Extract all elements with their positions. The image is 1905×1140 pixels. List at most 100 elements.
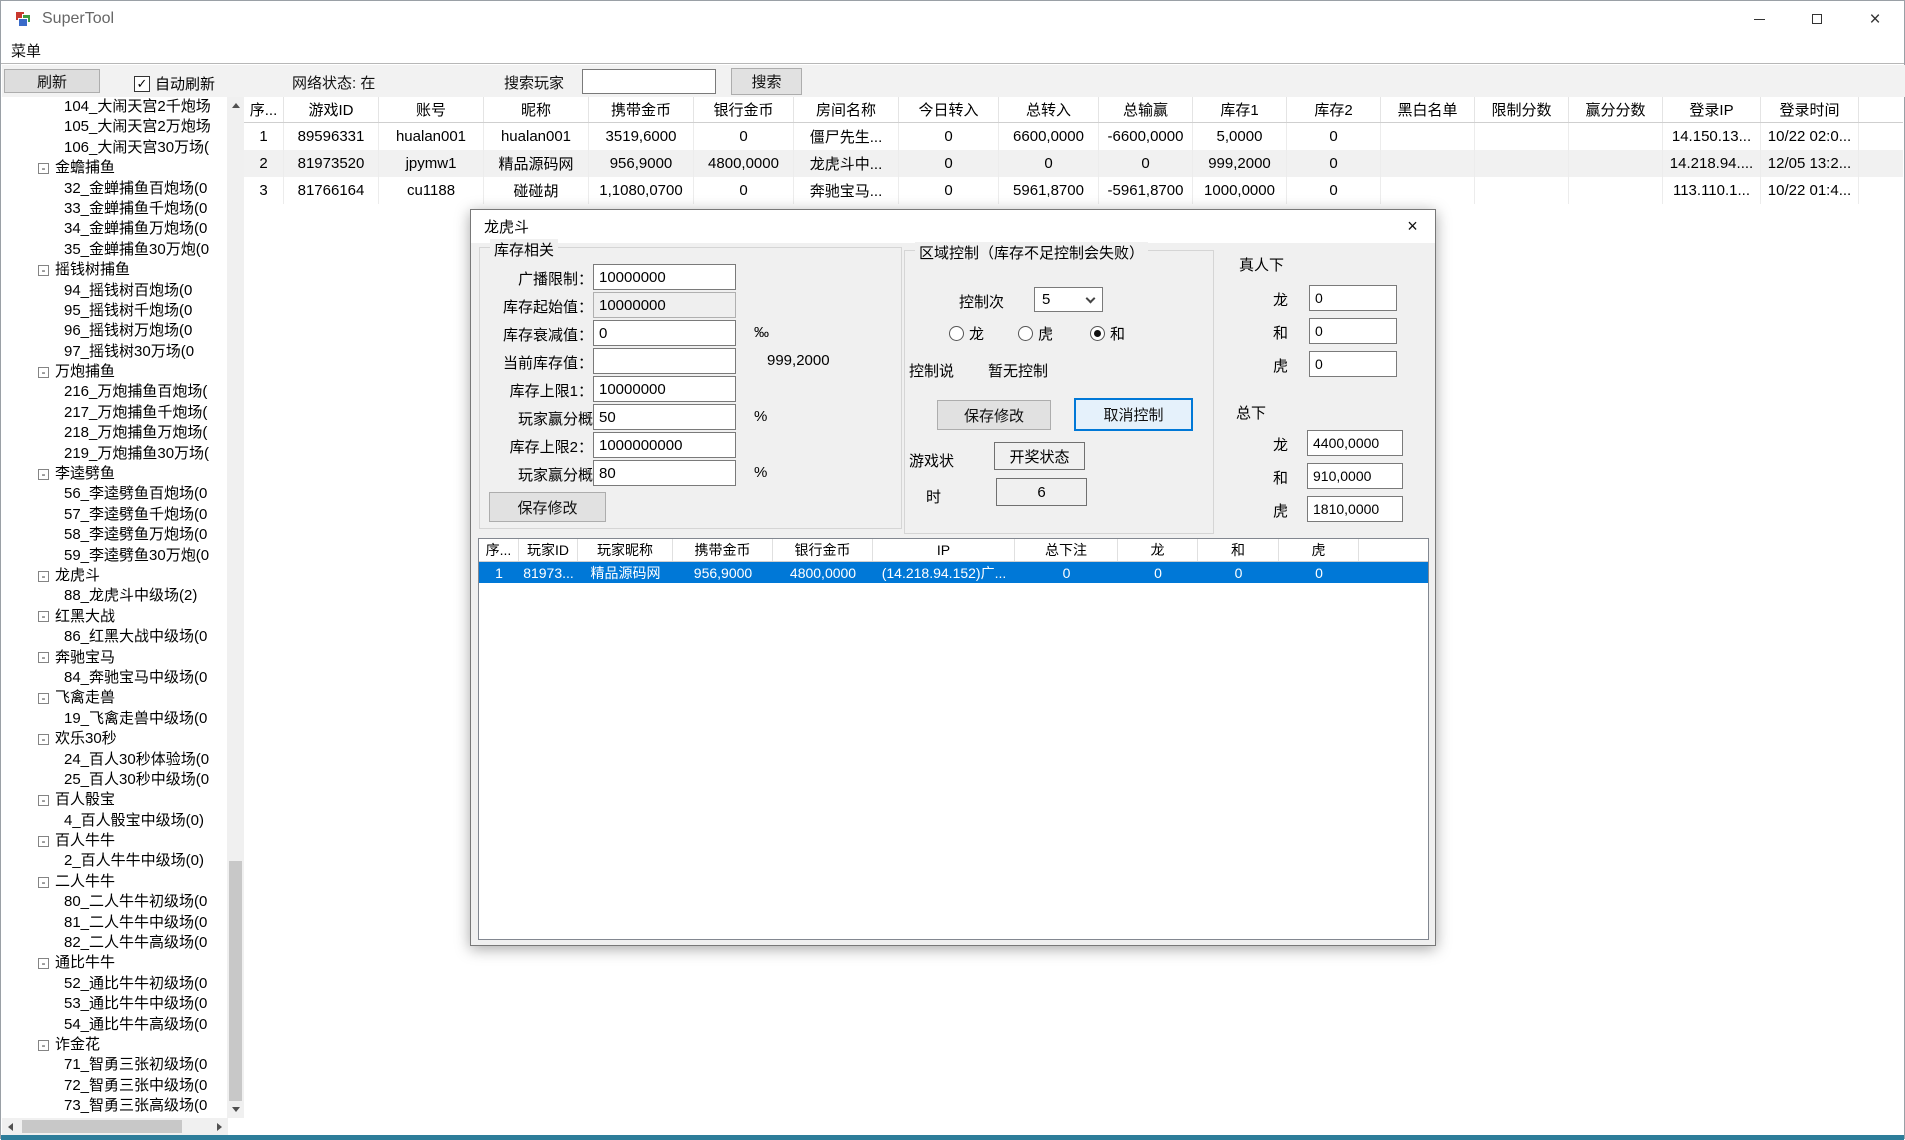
tree-item[interactable]: 84_奔驰宝马中级场(0 <box>2 668 227 688</box>
tree-item[interactable]: 53_通比牛牛中级场(0 <box>2 994 227 1014</box>
collapse-icon[interactable]: - <box>38 1040 49 1051</box>
column-header[interactable]: 今日转入 <box>899 97 999 122</box>
dialog-column-header[interactable]: IP <box>873 539 1015 561</box>
tree-horizontal-scrollbar[interactable] <box>2 1118 228 1135</box>
tree-group[interactable]: -二人牛牛 <box>2 872 227 892</box>
tree-item[interactable]: 82_二人牛牛高级场(0 <box>2 933 227 953</box>
tree-item[interactable]: 96_摇钱树万炮场(0 <box>2 321 227 341</box>
collapse-icon[interactable]: - <box>38 795 49 806</box>
column-header[interactable]: 总转入 <box>999 97 1099 122</box>
column-header[interactable]: 赢分分数 <box>1569 97 1663 122</box>
cancel-control-button[interactable]: 取消控制 <box>1074 398 1193 431</box>
tree-item[interactable]: 54_通比牛牛高级场(0 <box>2 1015 227 1035</box>
tree-item[interactable]: 105_大闹天宫2万炮场 <box>2 117 227 137</box>
dialog-column-header[interactable]: 银行金币 <box>773 539 873 561</box>
total-bet-input[interactable] <box>1307 496 1403 522</box>
horizontal-scrollbar-thumb[interactable] <box>22 1120 182 1133</box>
search-button[interactable]: 搜索 <box>731 68 802 95</box>
tree-item[interactable]: 80_二人牛牛初级场(0 <box>2 892 227 912</box>
vertical-scrollbar-thumb[interactable] <box>229 861 242 1101</box>
tree-group[interactable]: -李逵劈鱼 <box>2 464 227 484</box>
dialog-column-header[interactable]: 龙 <box>1118 539 1198 561</box>
table-row[interactable]: 189596331hualan001hualan0013519,60000僵尸先… <box>244 123 1903 150</box>
time-value-box[interactable]: 6 <box>996 478 1087 506</box>
control-times-select[interactable]: 5 <box>1034 287 1103 312</box>
tree-group[interactable]: -万炮捕鱼 <box>2 362 227 382</box>
dialog-column-header[interactable]: 总下注 <box>1015 539 1118 561</box>
close-button[interactable]: × <box>1846 1 1904 37</box>
tree-group[interactable]: -红黑大战 <box>2 607 227 627</box>
stock-field-input[interactable] <box>593 376 736 402</box>
stock-field-input[interactable] <box>593 404 736 430</box>
maximize-button[interactable] <box>1788 1 1846 37</box>
stock-save-button[interactable]: 保存修改 <box>489 492 606 522</box>
stock-field-input[interactable] <box>593 320 736 346</box>
tree-vertical-scrollbar[interactable] <box>227 97 244 1118</box>
tree-item[interactable]: 216_万炮捕鱼百炮场( <box>2 382 227 402</box>
tree-group[interactable]: -百人骰宝 <box>2 790 227 810</box>
tree-item[interactable]: 4_百人骰宝中级场(0) <box>2 811 227 831</box>
column-header[interactable]: 总输赢 <box>1099 97 1193 122</box>
tree-group[interactable]: -奔驰宝马 <box>2 648 227 668</box>
stock-field-input[interactable] <box>593 292 736 318</box>
tree-item[interactable]: 72_智勇三张中级场(0 <box>2 1076 227 1096</box>
tree-item[interactable]: 19_飞禽走兽中级场(0 <box>2 709 227 729</box>
tree-item[interactable]: 33_金蝉捕鱼千炮场(0 <box>2 199 227 219</box>
tree-item[interactable]: 35_金蝉捕鱼30万炮(0 <box>2 240 227 260</box>
total-bet-input[interactable] <box>1307 430 1403 456</box>
minimize-button[interactable] <box>1730 1 1788 37</box>
column-header[interactable]: 序... <box>244 97 284 122</box>
tree-item[interactable]: 217_万炮捕鱼千炮场( <box>2 403 227 423</box>
dialog-column-header[interactable]: 虎 <box>1279 539 1359 561</box>
collapse-icon[interactable]: - <box>38 734 49 745</box>
tree-item[interactable]: 88_龙虎斗中级场(2) <box>2 586 227 606</box>
column-header[interactable]: 账号 <box>379 97 484 122</box>
column-header[interactable]: 库存1 <box>1193 97 1287 122</box>
collapse-icon[interactable]: - <box>38 693 49 704</box>
tree-group[interactable]: -通比牛牛 <box>2 953 227 973</box>
column-header[interactable]: 登录IP <box>1663 97 1761 122</box>
dialog-column-header[interactable]: 序... <box>479 539 519 561</box>
stock-field-input[interactable] <box>593 460 736 486</box>
stock-field-input[interactable] <box>593 432 736 458</box>
tree-item[interactable]: 2_百人牛牛中级场(0) <box>2 851 227 871</box>
tree-item[interactable]: 86_红黑大战中级场(0 <box>2 627 227 647</box>
menu-item-caidan[interactable]: 菜单 <box>1 40 51 61</box>
tree-item[interactable]: 24_百人30秒体验场(0 <box>2 750 227 770</box>
real-bet-input[interactable] <box>1309 285 1397 311</box>
tree-item[interactable]: 58_李逵劈鱼万炮场(0 <box>2 525 227 545</box>
collapse-icon[interactable]: - <box>38 958 49 969</box>
tree-item[interactable]: 218_万炮捕鱼万炮场( <box>2 423 227 443</box>
column-header[interactable]: 库存2 <box>1287 97 1381 122</box>
column-header[interactable]: 限制分数 <box>1475 97 1569 122</box>
tree-item[interactable]: 25_百人30秒中级场(0 <box>2 770 227 790</box>
table-row[interactable]: 381766164cu1188碰碰胡1,1080,07000奔驰宝马...059… <box>244 177 1903 204</box>
tree-item[interactable]: 59_李逵劈鱼30万炮(0 <box>2 546 227 566</box>
table-row[interactable]: 281973520jpymw1精品源码网956,90004800,0000龙虎斗… <box>244 150 1903 177</box>
collapse-icon[interactable]: - <box>38 836 49 847</box>
control-save-button[interactable]: 保存修改 <box>937 400 1051 430</box>
tree-group[interactable]: -百人牛牛 <box>2 831 227 851</box>
tree-item[interactable]: 56_李逵劈鱼百炮场(0 <box>2 484 227 504</box>
tree-group[interactable]: -摇钱树捕鱼 <box>2 260 227 280</box>
scroll-right-button[interactable] <box>211 1118 228 1135</box>
tree-item[interactable]: 106_大闹天宫30万场( <box>2 138 227 158</box>
dialog-column-header[interactable]: 和 <box>1198 539 1279 561</box>
game-state-button[interactable]: 开奖状态 <box>994 442 1085 470</box>
radio-tiger[interactable]: 虎 <box>1018 323 1053 344</box>
column-header[interactable]: 黑白名单 <box>1381 97 1475 122</box>
tree-item[interactable]: 219_万炮捕鱼30万场( <box>2 444 227 464</box>
radio-tie[interactable]: 和 <box>1090 323 1125 344</box>
tree-group[interactable]: -龙虎斗 <box>2 566 227 586</box>
collapse-icon[interactable]: - <box>38 367 49 378</box>
auto-refresh-checkbox[interactable]: ✓ 自动刷新 <box>134 73 215 94</box>
collapse-icon[interactable]: - <box>38 163 49 174</box>
tree-item[interactable]: 95_摇钱树千炮场(0 <box>2 301 227 321</box>
column-header[interactable]: 携带金币 <box>589 97 694 122</box>
column-header[interactable]: 昵称 <box>484 97 589 122</box>
tree-item[interactable]: 32_金蝉捕鱼百炮场(0 <box>2 179 227 199</box>
tree-group[interactable]: -诈金花 <box>2 1035 227 1055</box>
dialog-column-header[interactable]: 携带金币 <box>673 539 773 561</box>
refresh-button[interactable]: 刷新 <box>4 69 100 93</box>
scroll-up-button[interactable] <box>227 97 244 114</box>
